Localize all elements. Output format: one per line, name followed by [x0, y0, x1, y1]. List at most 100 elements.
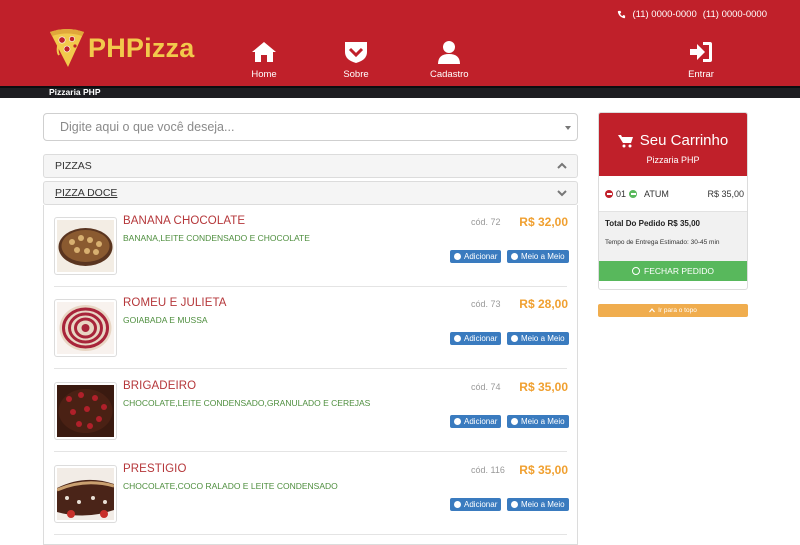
pizza-slice-icon	[50, 29, 84, 67]
logo[interactable]: PHPizza	[48, 28, 194, 68]
product-code: cód. 72	[471, 217, 501, 227]
chevron-up-icon	[649, 308, 656, 313]
product-code: cód. 74	[471, 382, 501, 392]
plus-circle-icon	[454, 253, 461, 260]
delivery-time: Tempo de Entrega Estimado: 30-45 min	[605, 239, 720, 246]
product-description: GOIABADA E MUSSA	[123, 315, 208, 325]
back-to-top-button[interactable]: Ir para o topo	[598, 304, 748, 317]
home-icon	[252, 42, 276, 62]
phone-icon	[618, 10, 626, 19]
pie-chart-icon	[511, 418, 518, 425]
divider	[54, 286, 567, 287]
nav-entrar[interactable]: Entrar	[688, 40, 714, 80]
product-price: R$ 35,00	[519, 380, 568, 394]
logo-text: PHPizza	[88, 32, 195, 63]
product-image	[54, 465, 117, 523]
divider	[54, 368, 567, 369]
product-description: CHOCOLATE,LEITE CONDENSADO,GRANULADO E C…	[123, 398, 371, 408]
product-item: ROMEU E JULIETA GOIABADA E MUSSA cód. 73…	[44, 295, 577, 378]
chevron-up-icon	[557, 162, 567, 169]
check-circle-icon	[632, 267, 641, 275]
add-button-label: Adicionar	[464, 417, 498, 426]
plus-circle-icon	[454, 501, 461, 508]
accordion-pizza-doce[interactable]: PIZZA DOCE	[43, 181, 578, 205]
sub-bar: Pizzaria PHP	[0, 86, 800, 98]
cart-item-name: ATUM	[644, 189, 669, 199]
cart-title-text: Seu Carrinho	[639, 132, 729, 149]
checkout-button[interactable]: FECHAR PEDIDO	[599, 261, 747, 281]
caret-down-icon[interactable]	[565, 126, 571, 130]
product-name: BANANA CHOCOLATE	[123, 215, 246, 227]
accordion-pizzas-label: PIZZAS	[55, 160, 92, 172]
search-select[interactable]	[43, 113, 578, 141]
add-button-label: Adicionar	[464, 500, 498, 509]
nav-entrar-label: Entrar	[688, 69, 714, 80]
cart-summary: Total Do Pedido R$ 35,00 Tempo de Entreg…	[599, 211, 747, 261]
accordion-pizza-doce-label: PIZZA DOCE	[55, 187, 118, 199]
cart-item-qty: 01	[616, 189, 627, 199]
product-item: BRIGADEIRO CHOCOLATE,LEITE CONDENSADO,GR…	[44, 378, 577, 461]
nav-home[interactable]: Home	[251, 40, 277, 80]
pie-chart-icon	[511, 335, 518, 342]
shield-chevron-icon	[345, 42, 367, 63]
product-list: BANANA CHOCOLATE BANANA,LEITE CONDENSADO…	[43, 205, 578, 545]
half-half-button[interactable]: Meio a Meio	[507, 415, 569, 428]
nav-cadastro[interactable]: Cadastro	[430, 40, 469, 80]
product-name: PRESTIGIO	[123, 463, 187, 475]
cart-header: Seu Carrinho Pizzaria PHP	[599, 113, 747, 176]
product-name: BRIGADEIRO	[123, 380, 197, 392]
divider	[54, 451, 567, 452]
add-button[interactable]: Adicionar	[450, 250, 502, 263]
product-image	[54, 299, 117, 357]
user-icon	[438, 41, 461, 64]
product-item: BANANA CHOCOLATE BANANA,LEITE CONDENSADO…	[44, 213, 577, 296]
checkout-button-label: FECHAR PEDIDO	[644, 266, 714, 276]
add-button[interactable]: Adicionar	[450, 415, 502, 428]
plus-circle-icon	[454, 418, 461, 425]
sub-bar-text: Pizzaria PHP	[49, 87, 101, 97]
accordion-pizzas[interactable]: PIZZAS	[43, 154, 578, 178]
cart-subtitle: Pizzaria PHP	[646, 155, 700, 165]
product-name: ROMEU E JULIETA	[123, 297, 227, 309]
cart-panel: Seu Carrinho Pizzaria PHP 01 ATUM R$ 35,…	[598, 112, 748, 290]
nav-sobre[interactable]: Sobre	[343, 40, 369, 80]
add-button[interactable]: Adicionar	[450, 498, 502, 511]
divider	[54, 534, 567, 535]
cart-total: Total Do Pedido R$ 35,00	[605, 219, 700, 228]
back-to-top-label: Ir para o topo	[658, 307, 697, 314]
product-code: cód. 73	[471, 299, 501, 309]
add-button-label: Adicionar	[464, 252, 498, 261]
product-price: R$ 28,00	[519, 297, 568, 311]
product-description: CHOCOLATE,COCO RALADO E LEITE CONDENSADO	[123, 481, 338, 491]
half-half-button-label: Meio a Meio	[521, 334, 565, 343]
search-input[interactable]	[44, 114, 577, 140]
phone-numbers: (11) 0000-0000 (11) 0000-0000	[617, 9, 767, 20]
increase-qty-icon[interactable]	[629, 190, 637, 198]
product-image	[54, 217, 117, 275]
shopping-cart-icon	[617, 134, 633, 147]
decrease-qty-icon[interactable]	[605, 190, 613, 198]
phone-number-1: (11) 0000-0000	[632, 9, 697, 20]
half-half-button-label: Meio a Meio	[521, 500, 565, 509]
add-button-label: Adicionar	[464, 334, 498, 343]
product-image	[54, 382, 117, 440]
product-description: BANANA,LEITE CONDENSADO E CHOCOLATE	[123, 233, 310, 243]
cart-item: 01 ATUM R$ 35,00	[599, 185, 747, 205]
cart-item-price: R$ 35,00	[707, 189, 744, 199]
nav-cadastro-label: Cadastro	[430, 69, 469, 80]
nav-home-label: Home	[251, 69, 277, 80]
half-half-button-label: Meio a Meio	[521, 417, 565, 426]
product-price: R$ 32,00	[519, 215, 568, 229]
product-price: R$ 35,00	[519, 463, 568, 477]
half-half-button[interactable]: Meio a Meio	[507, 250, 569, 263]
half-half-button-label: Meio a Meio	[521, 252, 565, 261]
site-header: (11) 0000-0000 (11) 0000-0000 PHPizza Ho…	[0, 0, 800, 86]
half-half-button[interactable]: Meio a Meio	[507, 498, 569, 511]
pie-chart-icon	[511, 501, 518, 508]
chevron-down-icon	[557, 190, 567, 197]
plus-circle-icon	[454, 335, 461, 342]
pie-chart-icon	[511, 253, 518, 260]
half-half-button[interactable]: Meio a Meio	[507, 332, 569, 345]
sign-in-icon	[690, 42, 712, 62]
add-button[interactable]: Adicionar	[450, 332, 502, 345]
